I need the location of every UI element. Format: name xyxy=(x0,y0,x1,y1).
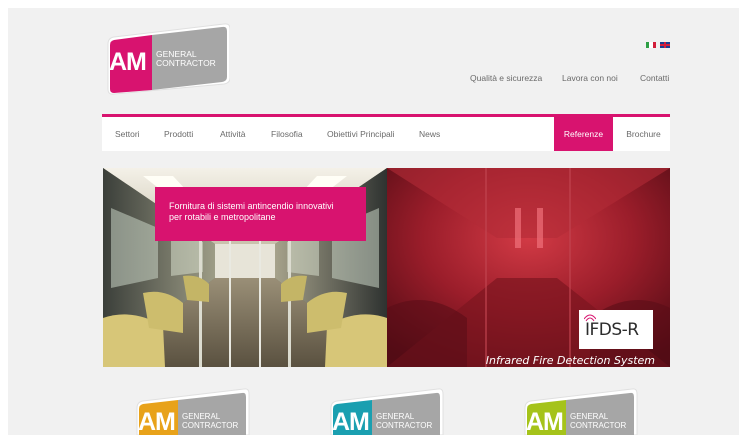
nav-item-settori[interactable]: Settori xyxy=(115,117,140,151)
logo-am-text: AM xyxy=(526,408,564,436)
nav-item-obiettivi[interactable]: Obiettivi Principali xyxy=(327,117,395,151)
logo-general-contractor: GENERAL CONTRACTOR xyxy=(570,412,627,430)
logo-general-contractor: GENERAL CONTRACTOR xyxy=(182,412,239,430)
bottom-logo-orange[interactable]: AM GENERAL CONTRACTOR xyxy=(134,388,250,436)
english-flag-icon[interactable] xyxy=(660,42,670,48)
ifds-badge: IFDS-R xyxy=(579,310,653,349)
logo-general-contractor: GENERAL CONTRACTOR xyxy=(156,49,216,68)
callout-line-2: per rotabili e metropolitane xyxy=(169,212,276,222)
bottom-logo-green[interactable]: AM GENERAL CONTRACTOR xyxy=(522,388,638,436)
ifds-badge-text: IFDS-R xyxy=(585,320,639,340)
banner-tagline: Infrared Fire Detection System xyxy=(485,354,655,367)
bottom-logo-teal[interactable]: AM GENERAL CONTRACTOR xyxy=(328,388,444,436)
site-logo[interactable]: AM GENERAL CONTRACTOR xyxy=(104,22,230,96)
logo-am-text: AM xyxy=(109,48,147,76)
link-qualita-sicurezza[interactable]: Qualità e sicurezza xyxy=(470,73,542,83)
italian-flag-icon[interactable] xyxy=(646,42,656,48)
main-nav: Settori Prodotti Attività Filosofia Obie… xyxy=(102,114,670,151)
nav-item-prodotti[interactable]: Prodotti xyxy=(164,117,193,151)
language-switcher xyxy=(646,42,670,48)
hero-banner[interactable]: Fornitura di sistemi antincendio innovat… xyxy=(103,168,670,367)
nav-item-attivita[interactable]: Attività xyxy=(220,117,246,151)
link-lavora-con-noi[interactable]: Lavora con noi xyxy=(562,73,618,83)
nav-item-brochure[interactable]: Brochure xyxy=(617,117,670,151)
banner-callout: Fornitura di sistemi antincendio innovat… xyxy=(155,187,366,241)
callout-line-1: Fornitura di sistemi antincendio innovat… xyxy=(169,201,334,211)
link-contatti[interactable]: Contatti xyxy=(640,73,669,83)
nav-item-news[interactable]: News xyxy=(419,117,440,151)
logo-am-text: AM xyxy=(138,408,176,436)
logo-am-text: AM xyxy=(332,408,370,436)
logo-general-contractor: GENERAL CONTRACTOR xyxy=(376,412,433,430)
nav-item-filosofia[interactable]: Filosofia xyxy=(271,117,303,151)
nav-item-referenze[interactable]: Referenze xyxy=(554,117,613,151)
